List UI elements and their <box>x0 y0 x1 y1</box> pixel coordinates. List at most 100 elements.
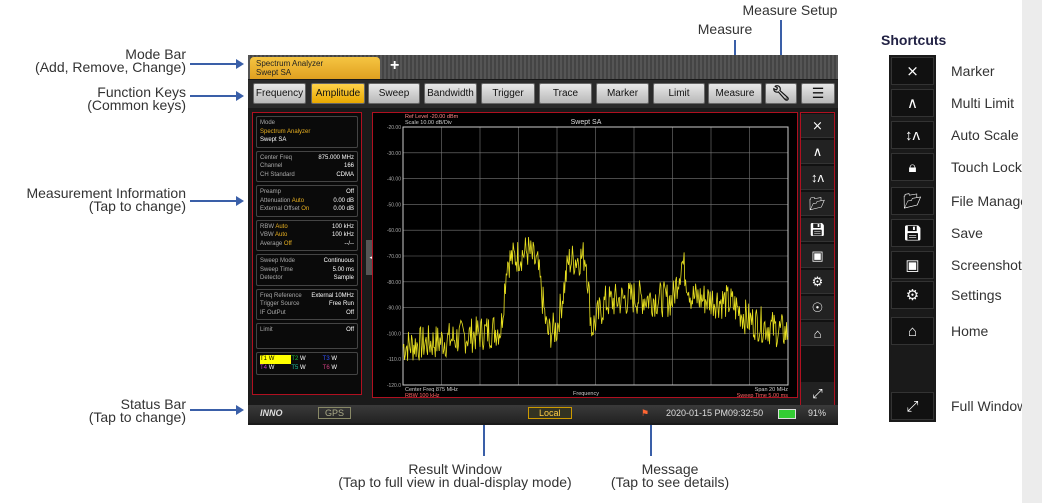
trace-id: T6 <box>322 364 330 371</box>
trace-mode: W <box>300 364 306 371</box>
trace-t3[interactable]: T3 W <box>323 355 354 364</box>
mode-value: Off <box>283 240 292 247</box>
status-bar[interactable]: INNO GPS Local ⚑ 2020-01-15 PM09:32:50 9… <box>248 405 838 423</box>
full-window-icon[interactable]: ⤢ <box>801 382 834 406</box>
mode-info[interactable]: Mode Spectrum Analyzer Swept SA <box>256 116 358 148</box>
label: CH Standard <box>260 171 295 178</box>
arrow <box>650 425 652 456</box>
label: (Tap to see details) <box>610 474 730 490</box>
gps-status[interactable]: GPS <box>318 407 352 419</box>
info-row: Detector Sample <box>260 274 354 283</box>
trace-t1[interactable]: T1 W <box>260 355 292 364</box>
info-row: Preamp Off <box>260 188 354 197</box>
shortcut-label-file-manager: File Manager <box>951 193 1033 209</box>
chart-xlabel: Frequency <box>573 391 599 397</box>
label: (Common keys) <box>87 97 186 113</box>
file-manager-icon[interactable]: 📂︎ <box>801 192 834 216</box>
trace-t5[interactable]: T5 W <box>291 364 322 373</box>
measure-setup-wrench-icon[interactable]: 🔧︎ <box>765 83 797 104</box>
auto-scale-icon: ↕ʌ <box>891 121 934 149</box>
key-frequency[interactable]: Frequency <box>253 83 306 104</box>
key-measure[interactable]: Measure <box>708 83 762 104</box>
auto-scale-icon[interactable]: ↕ʌ <box>801 166 834 190</box>
annotation-mode-bar: Mode Bar (Add, Remove, Change) <box>0 47 186 75</box>
home-icon[interactable]: ⌂ <box>801 322 834 346</box>
value: Spectrum Analyzer <box>260 128 311 135</box>
menu-icon[interactable]: ☰ <box>801 83 835 104</box>
key-trigger[interactable]: Trigger <box>481 83 535 104</box>
key-amplitude[interactable]: Amplitude <box>311 83 365 104</box>
y-tick-label: -40.00 <box>387 177 401 183</box>
shortcut-label-full-window: Full Window <box>951 398 1028 414</box>
shortcut-label-settings: Settings <box>951 287 1002 303</box>
sweep-info[interactable]: Sweep Mode Continuous Sweep Time 5.00 ms Det… <box>256 254 358 286</box>
info-row: Sweep Mode Continuous <box>260 257 354 266</box>
mode-value: Auto <box>291 197 305 204</box>
trace-id: T4 <box>260 364 268 371</box>
multi-limit-icon: ∧ <box>891 89 934 117</box>
value: Free Run <box>328 301 354 307</box>
label: Mode <box>260 120 276 126</box>
frequency-info[interactable]: Center Freq 875.000 MHz Channel 166 CH Stand… <box>256 150 358 182</box>
annotation-result-window: Result Window (Tap to full view in dual-d… <box>300 462 610 489</box>
label: Preamp <box>260 189 282 195</box>
y-tick-label: -60.00 <box>387 228 401 234</box>
marker-icon[interactable]: ⨯ <box>801 114 834 138</box>
value: Sample <box>333 275 354 281</box>
date-time: 2020-01-15 PM09:32:50 <box>666 408 764 418</box>
label: (Add, Remove, Change) <box>35 59 186 75</box>
value: CDMA <box>336 171 354 178</box>
bandwidth-info[interactable]: RBW Auto 100 kHz VBW Auto 100 kHz Average Of… <box>256 219 358 251</box>
limit-info[interactable]: Limit Off <box>256 323 358 349</box>
add-mode-button[interactable]: + <box>390 57 399 75</box>
analyzer-screen: Spectrum Analyzer Swept SA + 🔧︎ ☰ Frequen… <box>248 55 838 425</box>
trace-id: T2 <box>291 356 299 362</box>
label: Detector <box>260 275 283 281</box>
function-keys: 🔧︎ ☰ Frequency Amplitude Sweep Bandwidth Tri… <box>248 80 838 108</box>
y-tick-label: -110.0 <box>387 357 401 363</box>
chart-scale: Scale 10.00 dB/Div <box>405 120 452 126</box>
trace-t2[interactable]: T2 W <box>291 355 322 364</box>
settings-icon[interactable]: ⚙ <box>801 270 834 294</box>
key-bandwidth[interactable]: Bandwidth <box>424 83 477 104</box>
result-window[interactable]: -20.00 -30.00 -40.00 -50.00 -60.00 -70.00 -80.… <box>372 112 798 399</box>
annotation-message: Message (Tap to see details) <box>600 462 740 490</box>
local-status[interactable]: Local <box>528 407 572 419</box>
key-sweep[interactable]: Sweep <box>368 83 420 104</box>
label: (Tap to change) <box>88 409 186 425</box>
shortcut-label-screenshot: Screenshot <box>951 257 1022 273</box>
trigger-info[interactable]: Freq Reference External 10MHz Trigger Sour… <box>256 288 358 320</box>
key-marker[interactable]: Marker <box>596 83 649 104</box>
label: VBW <box>260 232 274 238</box>
battery-level: 91% <box>808 408 827 418</box>
trace-t4[interactable]: T4 W <box>260 364 291 373</box>
mode-bar: Spectrum Analyzer Swept SA + <box>248 55 838 79</box>
measurement-info-panel[interactable]: Mode Spectrum Analyzer Swept SA Center Fre… <box>252 112 362 395</box>
chart-title: Swept SA <box>571 119 602 126</box>
amplitude-info[interactable]: Preamp Off Attenuation Auto 0.00 dB Externa… <box>256 185 358 217</box>
y-tick-label: -80.00 <box>387 280 401 286</box>
info-row: VBW Auto 100 kHz <box>260 231 354 240</box>
trace-mode: W <box>268 356 275 362</box>
gps-icon[interactable]: ☉ <box>801 296 834 320</box>
key-limit[interactable]: Limit <box>653 83 705 104</box>
trace-t6[interactable]: T6 W <box>323 364 354 373</box>
arrow <box>190 196 244 206</box>
trace-mode: W <box>300 356 306 362</box>
multi-limit-icon[interactable]: ∧ <box>801 140 834 164</box>
y-tick-label: -120.0 <box>387 383 401 389</box>
trace-info[interactable]: T1 W T2 W T3 W T4 W T5 W T6 W <box>256 352 358 375</box>
settings-icon: ⚙ <box>891 281 934 309</box>
value: 5.00 ms <box>332 266 354 273</box>
message-icon[interactable]: ⚑ <box>641 408 649 419</box>
mode-tab-spectrum-analyzer[interactable]: Spectrum Analyzer Swept SA <box>250 57 380 79</box>
y-tick-label: -70.00 <box>387 254 401 260</box>
save-icon[interactable]: 💾︎ <box>801 218 834 242</box>
mode-value: Auto <box>275 232 288 238</box>
trace-mode: W <box>268 364 275 371</box>
key-trace[interactable]: Trace <box>539 83 592 104</box>
y-tick-label: -100.0 <box>387 331 401 337</box>
annotation-measure: Measure <box>697 21 753 37</box>
screenshot-icon[interactable]: ▣ <box>801 244 834 268</box>
arrow <box>190 91 244 101</box>
